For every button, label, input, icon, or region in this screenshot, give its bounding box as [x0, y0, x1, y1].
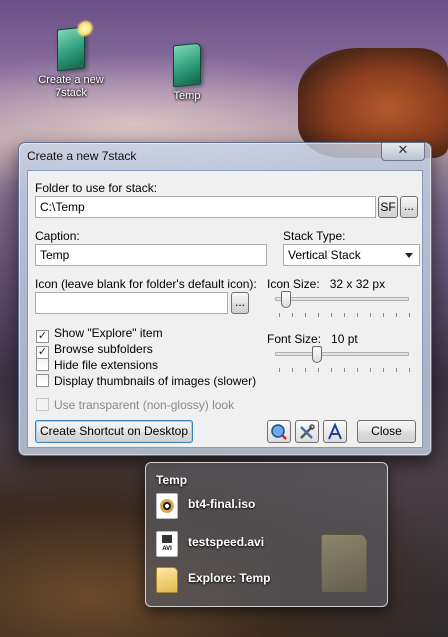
icon-input[interactable]: [35, 292, 228, 314]
icon-label: Icon (leave blank for folder's default i…: [35, 277, 257, 291]
stack-type-label: Stack Type:: [283, 229, 346, 243]
font-size-label-text: Font Size:: [267, 332, 322, 346]
create-7stack-dialog: Create a new 7stack ✕ Folder to use for …: [18, 142, 432, 456]
caption-label: Caption:: [35, 229, 80, 243]
sf-button[interactable]: SF: [378, 196, 398, 218]
checkbox-box[interactable]: [36, 374, 49, 387]
stack-item-label: bt4-final.iso: [188, 497, 256, 511]
checkbox-hide-extensions[interactable]: Hide file extensions: [36, 358, 158, 374]
close-icon[interactable]: ✕: [381, 143, 425, 161]
stack-folder-icon: [321, 534, 367, 592]
desktop-icon-label-line1: Create a new: [38, 74, 104, 86]
stack-item-explore[interactable]: Explore: Temp: [156, 565, 336, 595]
desktop-icon-label: Create a new 7stack: [28, 74, 114, 100]
checkbox-label: Use transparent (non-glossy) look: [54, 398, 235, 412]
icon-size-value: 32 x 32 px: [329, 277, 386, 291]
icon-size-label-text: Icon Size:: [267, 277, 320, 291]
stack-item-avi[interactable]: AVI testspeed.avi: [156, 529, 336, 559]
checkbox-box[interactable]: [36, 358, 49, 371]
font-size-slider-thumb[interactable]: [312, 346, 323, 363]
checkbox-display-thumbnails[interactable]: Display thumbnails of images (slower): [36, 374, 256, 390]
checkbox-label: Browse subfolders: [54, 342, 153, 356]
folder-icon: [156, 567, 178, 593]
checkbox-label: Display thumbnails of images (slower): [54, 374, 257, 388]
stack-item-label: testspeed.avi: [188, 535, 265, 549]
video-file-icon: AVI: [156, 531, 178, 557]
sparkle-icon: [76, 18, 94, 39]
create-shortcut-button[interactable]: Create Shortcut on Desktop: [35, 420, 193, 443]
folder-input[interactable]: C:\Temp: [35, 196, 376, 218]
folder-browse-button[interactable]: ...: [400, 196, 418, 218]
font-size-label: Font Size: 10 pt: [267, 332, 358, 346]
dialog-client-area: Folder to use for stack: C:\Temp SF ... …: [27, 170, 423, 448]
caption-input[interactable]: Temp: [35, 244, 267, 266]
tools-icon[interactable]: [295, 420, 319, 443]
icon-size-slider-ticks: [279, 313, 411, 317]
checkbox-label: Hide file extensions: [54, 358, 159, 372]
checkbox-show-explore[interactable]: ✓ Show "Explore" item: [36, 326, 163, 343]
checkbox-label: Show "Explore" item: [54, 326, 163, 340]
stack-item-iso[interactable]: bt4-final.iso: [156, 491, 336, 521]
desktop-icon-temp[interactable]: Temp: [144, 42, 230, 103]
stack-popup-title: Temp: [156, 473, 188, 487]
dialog-title: Create a new 7stack: [27, 149, 137, 163]
font-size-slider-ticks: [279, 368, 411, 372]
close-button[interactable]: Close: [357, 420, 416, 443]
stack-item-label: Explore: Temp: [188, 571, 271, 585]
stack-type-value: Vertical Stack: [288, 248, 361, 262]
font-icon[interactable]: [323, 420, 347, 443]
search-globe-icon[interactable]: [267, 420, 291, 443]
icon-size-slider-thumb[interactable]: [281, 291, 292, 308]
stack-popup: Temp bt4-final.iso AVI testspeed.avi Exp…: [145, 462, 388, 607]
icon-browse-button[interactable]: ...: [231, 292, 249, 314]
disc-image-icon: [156, 493, 178, 519]
checkbox-box: [36, 398, 49, 411]
title-bar[interactable]: Create a new 7stack ✕: [19, 143, 431, 169]
font-size-slider-track[interactable]: [275, 352, 409, 356]
desktop-icon-label-line2: 7stack: [55, 87, 87, 99]
stack-folder-icon: [57, 18, 94, 72]
chevron-down-icon: [405, 253, 413, 258]
desktop-icon-create-7stack[interactable]: Create a new 7stack: [28, 18, 114, 100]
stack-type-select[interactable]: Vertical Stack: [283, 244, 420, 266]
icon-size-slider-track[interactable]: [275, 297, 409, 301]
desktop-icon-label: Temp: [173, 90, 201, 102]
checkbox-browse-subfolders[interactable]: ✓ Browse subfolders: [36, 342, 153, 359]
checkbox-transparent-look: Use transparent (non-glossy) look: [36, 398, 234, 414]
stack-folder-icon: [173, 42, 201, 88]
folder-label: Folder to use for stack:: [35, 181, 158, 195]
font-size-value: 10 pt: [331, 332, 358, 346]
icon-size-label: Icon Size: 32 x 32 px: [267, 277, 385, 291]
